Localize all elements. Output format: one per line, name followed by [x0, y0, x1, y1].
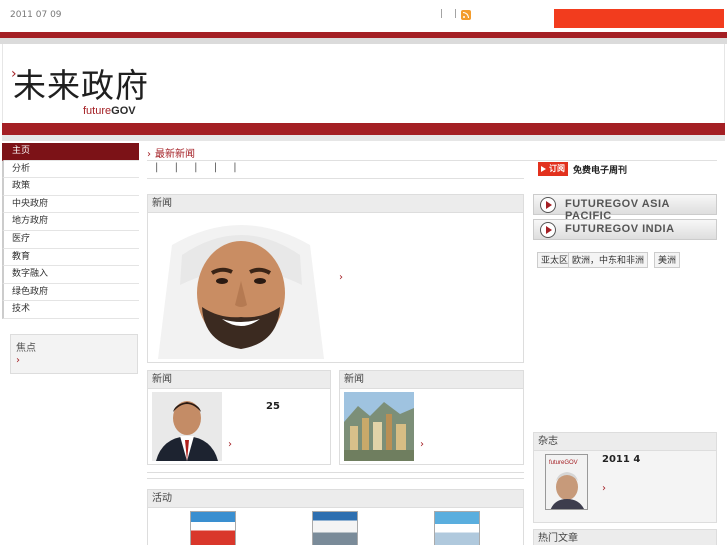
hot-articles-panel: 热门文章	[533, 529, 717, 545]
futuregov-india-label: FUTUREGOV INDIA	[565, 223, 675, 235]
events-panel: 活动	[147, 489, 524, 545]
nav-item-education[interactable]: 教育	[2, 248, 139, 267]
focus-panel: 焦点 ›	[10, 334, 138, 374]
nav-item-local-gov[interactable]: 地方政府	[2, 213, 139, 231]
nav-item-healthcare[interactable]: 医疗	[2, 230, 139, 249]
nav-red-band	[2, 123, 725, 135]
logo-text-en: futureGOV	[83, 105, 136, 117]
logo-en-prefix: future	[83, 105, 112, 117]
nav-item-digital-inclusion[interactable]: 数字融入	[2, 266, 139, 284]
logo-en-bold: GOV	[111, 105, 136, 117]
magazine-cover-title: futureGOV	[549, 460, 578, 466]
ticker-separator: |	[194, 162, 198, 173]
main-news-more-link[interactable]: ›	[339, 272, 343, 283]
main-news-title: 新闻	[148, 195, 523, 213]
events-title: 活动	[148, 490, 523, 508]
futuregov-asia-pacific-button[interactable]: FUTUREGOV ASIA PACIFIC	[533, 194, 717, 222]
magazine-issue: 2011 4	[602, 454, 641, 465]
top-bar: 2011 07 09 | |	[0, 0, 727, 32]
subscribe-text[interactable]: 免费电子周刊	[573, 163, 627, 176]
focus-title: 焦点	[16, 343, 36, 354]
subscribe-badge[interactable]: 订阅	[538, 162, 568, 176]
news-2-photo[interactable]	[152, 392, 222, 461]
left-nav: 主页 分析 政策 中央政府 地方政府 医疗 教育 数字融入 绿色政府 技术	[2, 143, 139, 319]
logo-text-cn-rest: 政府	[81, 66, 149, 105]
site-header: › 未来政府 futureGOV	[2, 44, 725, 123]
nav-item-central-gov[interactable]: 中央政府	[2, 195, 139, 214]
nav-item-analysis[interactable]: 分析	[2, 160, 139, 179]
ticker-separator: |	[213, 162, 218, 173]
region-tab-americas[interactable]: 美洲	[654, 252, 681, 268]
search-box[interactable]	[554, 9, 724, 28]
latest-news-label: 最新新闻	[155, 149, 195, 160]
magazine-panel: 杂志 futureGOV 2011 4 ›	[533, 432, 717, 523]
ticker-separator: |	[174, 162, 178, 173]
news-3-photo[interactable]	[344, 392, 414, 461]
region-tab-emea[interactable]: 欧洲，中东和非洲	[568, 252, 649, 268]
divider	[147, 178, 524, 179]
hot-articles-title: 热门文章	[534, 530, 716, 545]
nav-item-policy[interactable]: 政策	[2, 178, 139, 196]
news-2-count: 25	[266, 401, 280, 412]
news-2-more-link[interactable]: ›	[228, 439, 232, 450]
nav-item-green-gov[interactable]: 绿色政府	[2, 283, 139, 302]
logo-text-cn-main: 未来	[13, 66, 81, 105]
nav-grey-stripe	[2, 135, 725, 141]
divider	[147, 160, 717, 161]
top-link-separator: |	[453, 9, 457, 19]
top-link-separator: |	[440, 9, 444, 19]
event-thumbnail-3[interactable]	[434, 511, 480, 545]
ticker-separator: |	[233, 162, 237, 173]
site-logo[interactable]: 未来政府	[13, 66, 149, 106]
latest-news-heading[interactable]: › 最新新闻	[147, 145, 195, 160]
play-icon	[540, 222, 556, 238]
news-3-more-link[interactable]: ›	[420, 439, 424, 450]
ticker-separator: |	[155, 162, 159, 173]
rss-icon[interactable]	[461, 10, 471, 20]
play-icon	[540, 197, 556, 213]
news-2-title: 新闻	[148, 371, 330, 389]
chevron-right-icon: ›	[147, 149, 151, 160]
event-thumbnail-1[interactable]	[190, 511, 236, 545]
event-thumbnail-2[interactable]	[312, 511, 358, 545]
focus-more-link[interactable]: ›	[16, 355, 20, 366]
current-date: 2011 07 09	[10, 10, 62, 20]
news-panel-2: 新闻 25 ›	[147, 370, 331, 465]
nav-item-technology[interactable]: 技术	[2, 301, 139, 319]
divider	[147, 472, 524, 473]
main-news-photo[interactable]	[152, 215, 330, 359]
nav-item-home[interactable]: 主页	[2, 143, 139, 161]
news-ticker: | | | | |	[155, 162, 250, 173]
futuregov-india-button[interactable]: FUTUREGOV INDIA	[533, 219, 717, 240]
divider	[147, 478, 524, 479]
region-tab-asia-pacific[interactable]: 亚太区	[537, 252, 573, 268]
main-news-panel: 新闻 ›	[147, 194, 524, 363]
news-3-title: 新闻	[340, 371, 523, 389]
news-panel-3: 新闻 ›	[339, 370, 524, 465]
magazine-cover[interactable]: futureGOV	[545, 454, 588, 510]
magazine-more-link[interactable]: ›	[602, 483, 606, 494]
magazine-title: 杂志	[534, 433, 716, 451]
